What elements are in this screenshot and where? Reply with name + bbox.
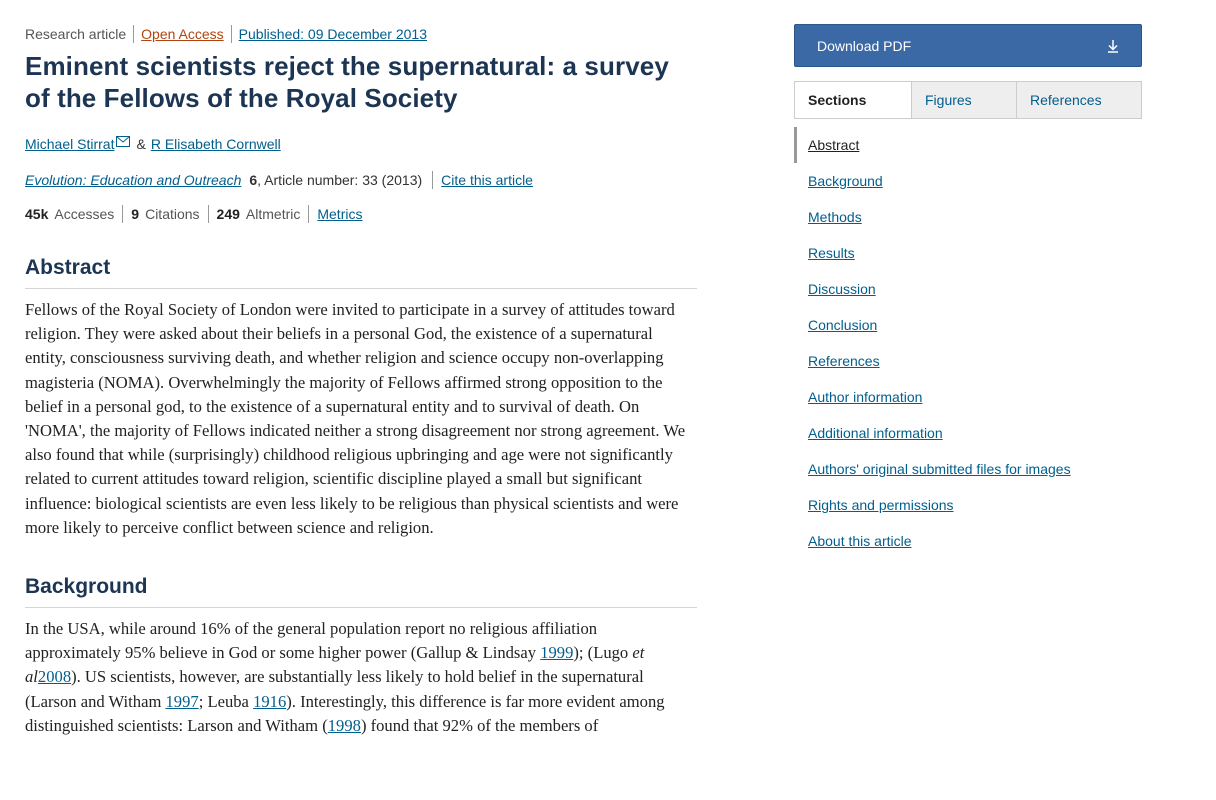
divider: [207, 205, 209, 223]
abstract-section: Abstract Fellows of the Royal Society of…: [25, 256, 697, 540]
toc-link[interactable]: Additional information: [808, 425, 943, 441]
divider: [122, 205, 124, 223]
reference-link[interactable]: 1916: [253, 692, 286, 711]
divider: [308, 205, 310, 223]
toc-item-rights: Rights and permissions: [794, 487, 1142, 523]
accesses-count: 45k: [25, 206, 49, 222]
download-pdf-label: Download PDF: [817, 37, 912, 54]
citations-label: Citations: [145, 206, 200, 222]
toc-link[interactable]: Discussion: [808, 281, 876, 297]
article-metrics: 45k Accesses 9 Citations 249 Altmetric M…: [25, 204, 697, 224]
reference-link[interactable]: 1997: [166, 692, 199, 711]
toc-item-discussion: Discussion: [794, 271, 1142, 307]
download-pdf-button[interactable]: Download PDF: [794, 24, 1142, 67]
metrics-link[interactable]: Metrics: [317, 206, 362, 222]
article-sidebar: Download PDF Sections Figures References…: [794, 24, 1142, 559]
journal-info: Evolution: Education and Outreach 6 , Ar…: [25, 170, 697, 190]
article-type: Research article: [25, 26, 127, 42]
article-header: Research article Open Access Published: …: [25, 24, 697, 224]
volume: 6: [249, 172, 258, 188]
author-link[interactable]: Michael Stirrat: [25, 136, 114, 152]
download-icon: [1108, 39, 1118, 53]
toc-link[interactable]: Conclusion: [808, 317, 877, 333]
article-title: Eminent scientists reject the supernatur…: [25, 51, 669, 113]
reference-link[interactable]: 1998: [328, 716, 361, 735]
open-access-link[interactable]: Open Access: [141, 26, 224, 42]
abstract-heading: Abstract: [25, 256, 697, 289]
tab-references[interactable]: References: [1016, 82, 1141, 118]
abstract-text: Fellows of the Royal Society of London w…: [25, 300, 686, 537]
toc-link[interactable]: Results: [808, 245, 855, 261]
author-link[interactable]: R Elisabeth Cornwell: [151, 136, 281, 152]
toc-item-about: About this article: [794, 523, 1142, 559]
toc-link[interactable]: Abstract: [808, 137, 859, 153]
toc-item-original-files: Authors' original submitted files for im…: [794, 451, 1142, 487]
reference-link[interactable]: 2008: [38, 667, 71, 686]
sidebar-tabs: Sections Figures References: [794, 81, 1142, 119]
toc-link[interactable]: Rights and permissions: [808, 497, 954, 513]
toc-link[interactable]: Authors' original submitted files for im…: [808, 461, 1071, 477]
citations-count: 9: [131, 206, 140, 222]
toc-item-conclusion: Conclusion: [794, 307, 1142, 343]
toc-item-methods: Methods: [794, 199, 1142, 235]
altmetric-label: Altmetric: [245, 206, 301, 222]
toc-item-abstract: Abstract: [794, 127, 1142, 163]
author-list: Michael Stirrat & R Elisabeth Cornwell: [25, 134, 697, 154]
divider: [230, 25, 232, 43]
reference-link[interactable]: 1999: [540, 643, 573, 662]
toc-link[interactable]: References: [808, 353, 880, 369]
mail-icon[interactable]: [116, 135, 131, 147]
toc-item-results: Results: [794, 235, 1142, 271]
altmetric-count: 249: [216, 206, 240, 222]
toc-link[interactable]: Background: [808, 173, 883, 189]
author-separator: &: [136, 136, 146, 152]
toc-link[interactable]: About this article: [808, 533, 912, 549]
journal-link[interactable]: Evolution: Education and Outreach: [25, 172, 241, 188]
article-meta: Research article Open Access Published: …: [25, 24, 697, 44]
toc-link[interactable]: Author information: [808, 389, 922, 405]
accesses-label: Accesses: [54, 206, 115, 222]
divider: [432, 171, 434, 189]
toc-item-author-information: Author information: [794, 379, 1142, 415]
background-text: In the USA, while around 16% of the gene…: [25, 619, 665, 735]
toc-item-additional-information: Additional information: [794, 415, 1142, 451]
background-heading: Background: [25, 575, 697, 608]
article-number: , Article number: 33 (2013): [257, 172, 423, 188]
cite-article-link[interactable]: Cite this article: [441, 172, 533, 188]
toc-link[interactable]: Methods: [808, 209, 862, 225]
divider: [133, 25, 135, 43]
toc-item-references: References: [794, 343, 1142, 379]
background-section: Background In the USA, while around 16% …: [25, 575, 697, 735]
toc-item-background: Background: [794, 163, 1142, 199]
tab-figures[interactable]: Figures: [911, 82, 1016, 118]
tab-sections[interactable]: Sections: [795, 82, 911, 118]
sections-list: Abstract Background Methods Results Disc…: [794, 127, 1142, 559]
published-date-link[interactable]: Published: 09 December 2013: [239, 26, 427, 42]
